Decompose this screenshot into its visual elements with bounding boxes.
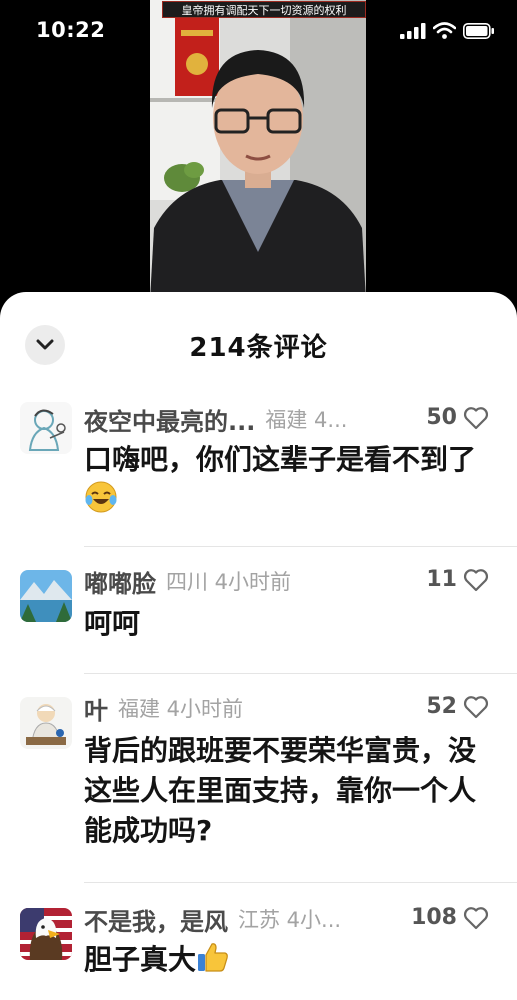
- like-button[interactable]: 50: [426, 405, 489, 430]
- comment-item: 叶 福建 4小时前 52 背后的跟班要不要荣华富贵，没这些人在里面支持，靠你一个…: [0, 675, 517, 883]
- comment-header: 夜空中最亮的... 福建 4...: [84, 402, 347, 436]
- comment-meta: 四川 4小时前: [166, 570, 292, 594]
- signal-icon: [400, 22, 426, 39]
- comment-text: 背后的跟班要不要荣华富贵，没这些人在里面支持，靠你一个人能成功吗?: [84, 734, 477, 847]
- comments-sheet: 214条评论 夜空中最亮的... 福建 4... 50 口嗨吧，你们这辈子是看不…: [0, 292, 517, 1000]
- comment-text-body: 口嗨吧，你们这辈子是看不到了: [84, 443, 477, 476]
- comment-item: 不是我，是风 江苏 4小... 108 胆子真大: [0, 884, 517, 1000]
- heart-icon: [463, 568, 489, 591]
- like-count: 11: [426, 567, 457, 592]
- comment-text: 口嗨吧，你们这辈子是看不到了: [84, 440, 483, 520]
- comment-meta: 福建 4...: [265, 408, 348, 432]
- divider: [84, 546, 517, 547]
- comment-author[interactable]: 嘟嘟脸: [84, 564, 156, 599]
- like-button[interactable]: 11: [426, 567, 489, 592]
- comment-author[interactable]: 不是我，是风: [84, 902, 228, 937]
- comment-author[interactable]: 叶: [84, 691, 108, 726]
- status-bar: 10:22: [0, 0, 517, 62]
- avatar[interactable]: [20, 402, 72, 454]
- comment-header: 叶 福建 4小时前: [84, 691, 243, 725]
- like-button[interactable]: 52: [426, 694, 489, 719]
- comment-item: 夜空中最亮的... 福建 4... 50 口嗨吧，你们这辈子是看不到了: [0, 392, 517, 547]
- comment-item: 嘟嘟脸 四川 4小时前 11 呵呵: [0, 548, 517, 674]
- avatar[interactable]: [20, 697, 72, 749]
- like-button[interactable]: 108: [411, 905, 489, 930]
- wifi-icon: [433, 22, 456, 39]
- sheet-header: 214条评论: [0, 292, 517, 392]
- thumbs-up-icon: [198, 943, 228, 972]
- comment-header: 不是我，是风 江苏 4小...: [84, 902, 341, 936]
- heart-icon: [463, 695, 489, 718]
- heart-icon: [463, 406, 489, 429]
- like-count: 108: [411, 905, 457, 930]
- avatar[interactable]: [20, 570, 72, 622]
- like-count: 52: [426, 694, 457, 719]
- comment-meta: 江苏 4小...: [238, 908, 342, 932]
- comment-text-body: 胆子真大: [84, 943, 197, 976]
- heart-icon: [463, 906, 489, 929]
- comment-text: 呵呵: [84, 607, 141, 640]
- battery-icon: [463, 22, 494, 39]
- comment-author[interactable]: 夜空中最亮的...: [84, 402, 255, 437]
- screen: 10:22 皇帝拥有调配天下一切资源的权利 214条评论 夜空中最亮的... 福…: [0, 0, 517, 1000]
- status-icons: [400, 22, 495, 39]
- comment-text: 胆子真大: [84, 940, 483, 980]
- status-time: 10:22: [36, 18, 106, 42]
- comment-header: 嘟嘟脸 四川 4小时前: [84, 564, 291, 598]
- avatar[interactable]: [20, 908, 72, 960]
- comment-count-title: 214条评论: [189, 333, 328, 363]
- face-with-tears-of-joy-icon: [85, 481, 117, 513]
- divider: [84, 882, 517, 883]
- comment-meta: 福建 4小时前: [118, 697, 244, 721]
- like-count: 50: [426, 405, 457, 430]
- divider: [84, 673, 517, 674]
